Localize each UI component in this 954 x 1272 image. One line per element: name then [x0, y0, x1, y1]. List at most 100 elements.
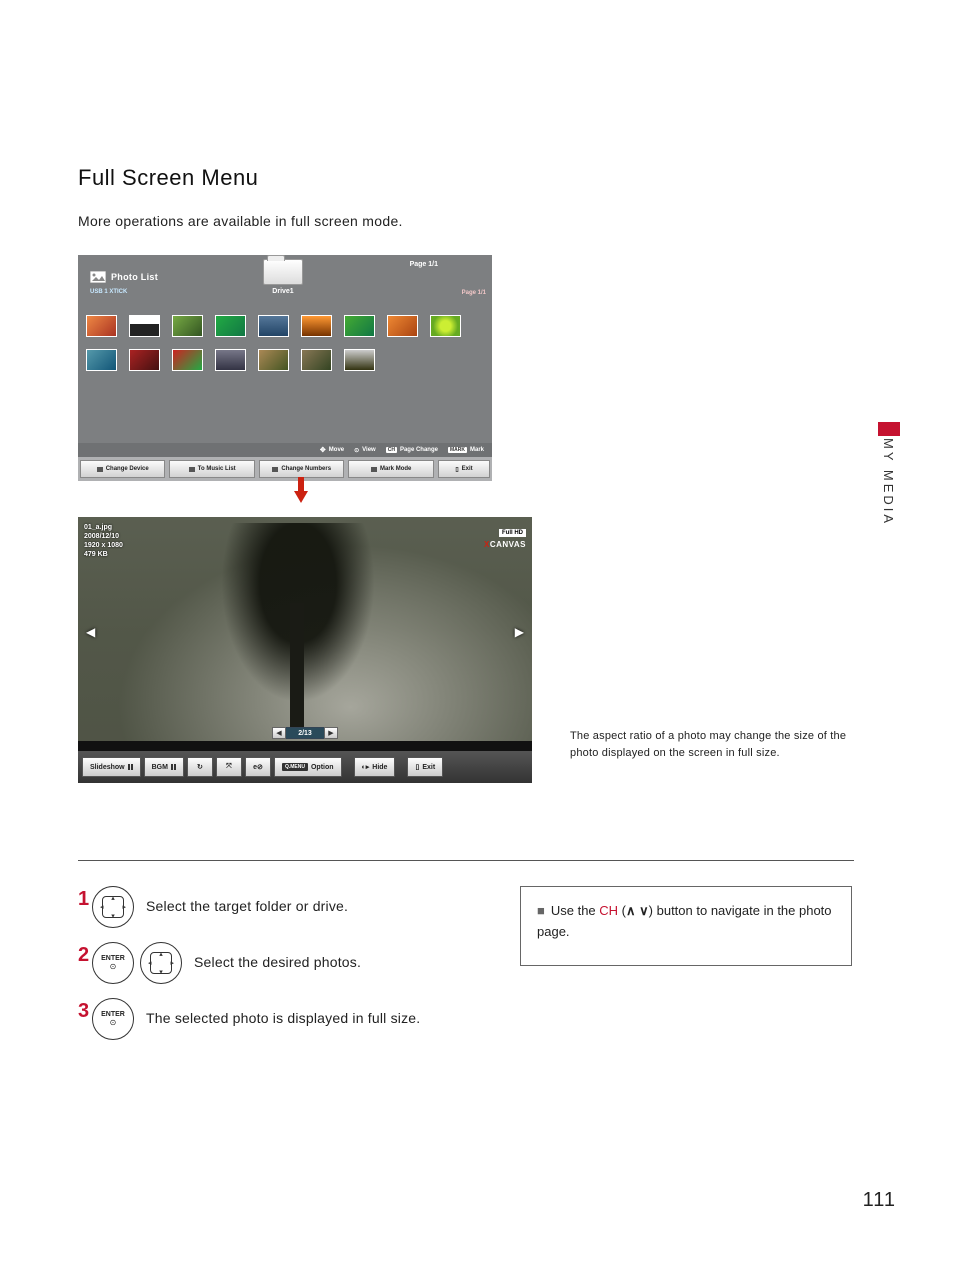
step-2: 2 ENTER⊙ ▴▾◂▸ Select the desired photos. [78, 942, 498, 984]
rotate-icon: ↻ [197, 763, 203, 771]
step-1: 1 ▴▾◂▸ Select the target folder or drive… [78, 886, 498, 928]
next-photo-arrow[interactable]: ▶ [515, 625, 524, 639]
tip-text-prefix: Use the [551, 903, 599, 918]
option-button[interactable]: Q.MENUOption [274, 757, 342, 777]
fullscreen-viewer: 01_a.jpg 2008/12/10 1920 x 1080 479 KB F… [78, 517, 532, 783]
top-page-indicator: Page 1/1 [410, 261, 438, 268]
brightness-icon: e⊘ [253, 763, 263, 771]
photo-thumb[interactable] [86, 349, 117, 371]
hint-move: ✥Move [320, 446, 344, 454]
mark-mode-button[interactable]: Mark Mode [348, 460, 433, 478]
dpad-button-icon: ▴▾◂▸ [92, 886, 134, 928]
viewer-toolbar: Slideshow BGM ↻ ⤧ e⊘ Q.MENUOption ◐▸Hide… [78, 751, 532, 783]
aspect-ratio-note: The aspect ratio of a photo may change t… [570, 728, 860, 762]
pager: ◀ 2/13 ▶ [272, 727, 338, 739]
pause-icon [171, 764, 176, 770]
enter-button-icon: ENTER⊙ [92, 942, 134, 984]
enter-ring-icon: ⊙ [110, 1018, 117, 1027]
exit-icon: ▯ [455, 466, 458, 473]
hide-button[interactable]: ◐▸Hide [354, 757, 396, 777]
brand-logo: Full HD XCANVAS [484, 521, 526, 549]
photo-list-title-group: Photo List [90, 271, 158, 283]
tip-box: ■Use the CH (∧ ∨) button to navigate in … [520, 886, 852, 966]
photo-thumb[interactable] [258, 349, 289, 371]
step-number: 2 [78, 944, 89, 967]
pause-icon [128, 764, 133, 770]
usb-device-label: USB 1 XTICK [90, 289, 127, 295]
exit-button[interactable]: ▯Exit [438, 460, 490, 478]
mark-badge: MARK [448, 447, 467, 453]
blue-key-icon [371, 467, 377, 472]
drive-label: Drive1 [272, 288, 293, 295]
photo-thumb[interactable] [258, 315, 289, 337]
photo-thumb[interactable] [172, 315, 203, 337]
photo-thumb[interactable] [301, 315, 332, 337]
photo-list-header: Photo List Page 1/1 USB 1 XTICK Page 1/1… [78, 255, 492, 299]
step-3: 3 ENTER⊙ The selected photo is displayed… [78, 998, 498, 1040]
hide-icon: ◐▸ [362, 763, 370, 771]
file-size: 479 KB [84, 550, 123, 559]
rotate-button[interactable]: ↻ [187, 757, 213, 777]
photo-list-panel: Photo List Page 1/1 USB 1 XTICK Page 1/1… [78, 255, 492, 481]
viewer-exit-button[interactable]: ▯Exit [407, 757, 443, 777]
section-title-vertical: MY MEDIA [881, 438, 896, 526]
page-number: 111 [863, 1189, 896, 1212]
slideshow-button[interactable]: Slideshow [82, 757, 141, 777]
bullet-icon: ■ [537, 903, 545, 918]
green-key-icon [189, 467, 195, 472]
to-music-list-button[interactable]: To Music List [169, 460, 254, 478]
step-text: Select the target folder or drive. [146, 897, 348, 917]
step-text: The selected photo is displayed in full … [146, 1009, 420, 1029]
change-numbers-button[interactable]: Change Numbers [259, 460, 344, 478]
photo-thumb[interactable] [301, 349, 332, 371]
pager-counter: 2/13 [286, 727, 324, 739]
brightness-button[interactable]: e⊘ [245, 757, 271, 777]
bgm-button[interactable]: BGM [144, 757, 184, 777]
drive-tab[interactable]: Drive1 [254, 259, 312, 295]
arrow-down-icon [294, 491, 308, 503]
photo-thumb[interactable] [344, 315, 375, 337]
dpad-icon: ✥ [320, 446, 326, 454]
tip-ch-label: CH [599, 903, 618, 918]
pager-prev-button[interactable]: ◀ [272, 727, 286, 739]
file-info-overlay: 01_a.jpg 2008/12/10 1920 x 1080 479 KB [84, 523, 123, 559]
enter-dot-icon: ⊙ [354, 447, 359, 454]
change-device-button[interactable]: Change Device [80, 460, 165, 478]
right-page-indicator: Page 1/1 [462, 290, 486, 296]
photo-thumb[interactable] [387, 315, 418, 337]
photo-thumb[interactable] [172, 349, 203, 371]
prev-photo-arrow[interactable]: ◀ [86, 625, 95, 639]
hint-view: ⊙View [354, 447, 376, 454]
photo-thumb[interactable] [430, 315, 461, 337]
hint-row: ✥Move ⊙View CHPage Change MARKMark [78, 443, 492, 457]
enter-ring-icon: ⊙ [110, 962, 117, 971]
tip-text-mid: ( [618, 903, 626, 918]
bottom-button-bar: Change Device To Music List Change Numbe… [78, 457, 492, 481]
photo-thumb[interactable] [344, 349, 375, 371]
qmenu-badge: Q.MENU [282, 763, 308, 771]
photo-list-title: Photo List [111, 272, 158, 282]
step-number: 1 [78, 888, 89, 911]
ch-badge: CH [386, 447, 397, 453]
photo-thumb[interactable] [86, 315, 117, 337]
photo-thumb[interactable] [215, 349, 246, 371]
photo-thumb[interactable] [129, 349, 160, 371]
step-number: 3 [78, 1000, 89, 1023]
zoom-icon: ⤧ [226, 763, 232, 771]
section-marker [878, 422, 900, 436]
file-name: 01_a.jpg [84, 523, 123, 532]
folder-icon [263, 259, 303, 285]
zoom-button[interactable]: ⤧ [216, 757, 242, 777]
yellow-key-icon [272, 467, 278, 472]
file-date: 2008/12/10 [84, 532, 123, 541]
exit-icon: ▯ [415, 763, 419, 771]
intro-text: More operations are available in full sc… [78, 213, 878, 229]
thumbnail-grid [86, 315, 486, 371]
enter-button-icon: ENTER⊙ [92, 998, 134, 1040]
pager-next-button[interactable]: ▶ [324, 727, 338, 739]
photo-thumb[interactable] [215, 315, 246, 337]
photo-thumb[interactable] [129, 315, 160, 337]
full-hd-badge: Full HD [499, 529, 526, 537]
red-key-icon [97, 467, 103, 472]
hint-mark: MARKMark [448, 447, 484, 453]
